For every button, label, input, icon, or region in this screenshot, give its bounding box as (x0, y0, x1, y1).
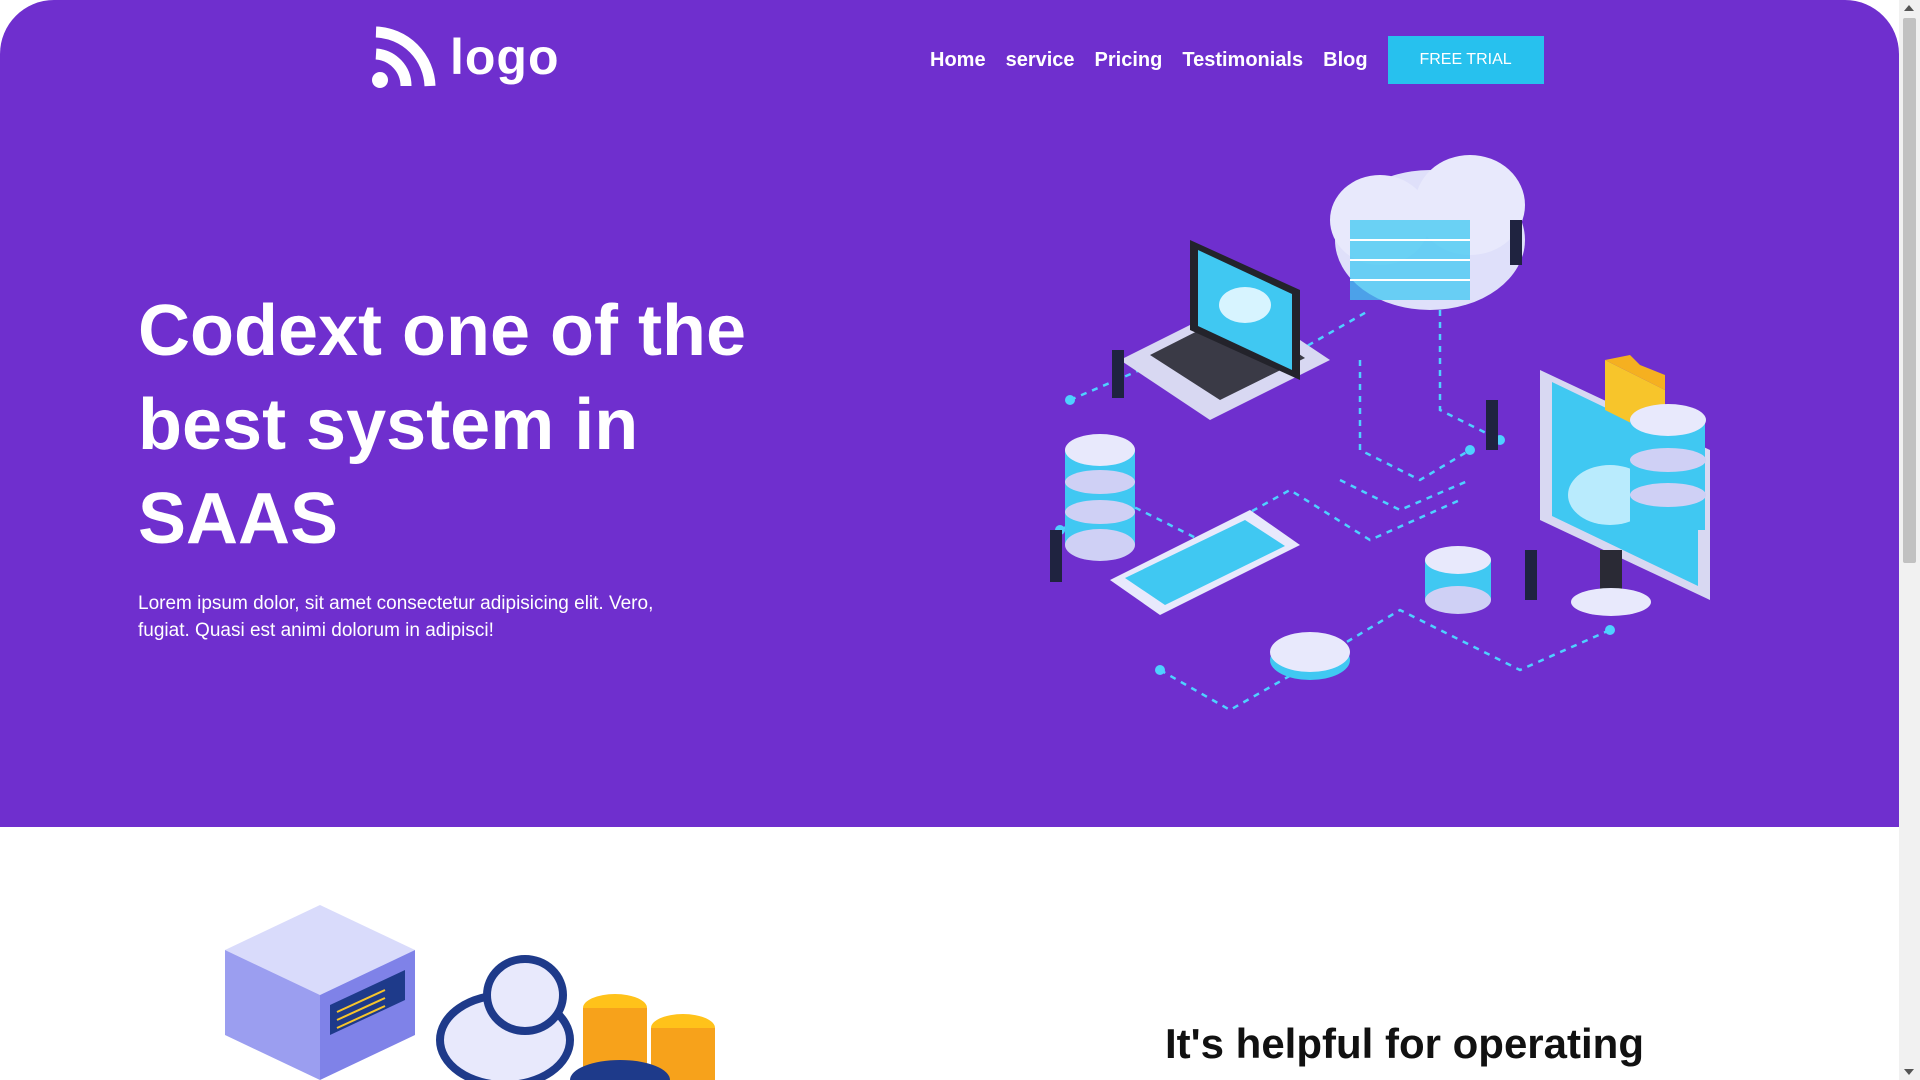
main-nav: Home service Pricing Testimonials Blog F… (930, 36, 1544, 84)
nav-blog[interactable]: Blog (1323, 49, 1367, 72)
coins-icon (570, 994, 715, 1080)
page: logo Home service Pricing Testimonials B… (0, 0, 1899, 1080)
cloud-icon (1330, 155, 1525, 310)
server-icon (225, 905, 415, 1080)
hero-headline: Codext one of the best system in SAAS (138, 291, 746, 559)
cloud-icon (436, 955, 574, 1080)
database-icon (1065, 434, 1135, 561)
cloud-saas-illustration (1050, 155, 1710, 712)
free-trial-button[interactable]: FREE TRIAL (1387, 36, 1544, 84)
scroll-thumb[interactable] (1903, 18, 1916, 563)
nav-service[interactable]: service (1006, 49, 1075, 72)
logo-icon (372, 26, 436, 88)
database-icon (1630, 404, 1706, 530)
nav-testimonials[interactable]: Testimonials (1182, 49, 1303, 72)
nav-pricing[interactable]: Pricing (1095, 49, 1163, 72)
scroll-down-arrow-icon[interactable] (1904, 1069, 1914, 1075)
hero-subtext: Lorem ipsum dolor, sit amet consectetur … (138, 593, 654, 641)
database-icon (1425, 546, 1491, 614)
laptop-icon (1120, 240, 1330, 420)
phone-icon (1110, 510, 1300, 615)
nav-home[interactable]: Home (930, 49, 986, 72)
section-title: It's helpful for operating (1165, 1020, 1644, 1067)
logo[interactable]: logo (370, 24, 560, 90)
logo-text: logo (450, 29, 560, 85)
scroll-up-arrow-icon[interactable] (1904, 5, 1914, 11)
servers-cloud-coins-illustration (225, 905, 715, 1080)
scrollbar[interactable] (1899, 0, 1920, 1080)
hero-section: logo Home service Pricing Testimonials B… (0, 0, 1899, 827)
